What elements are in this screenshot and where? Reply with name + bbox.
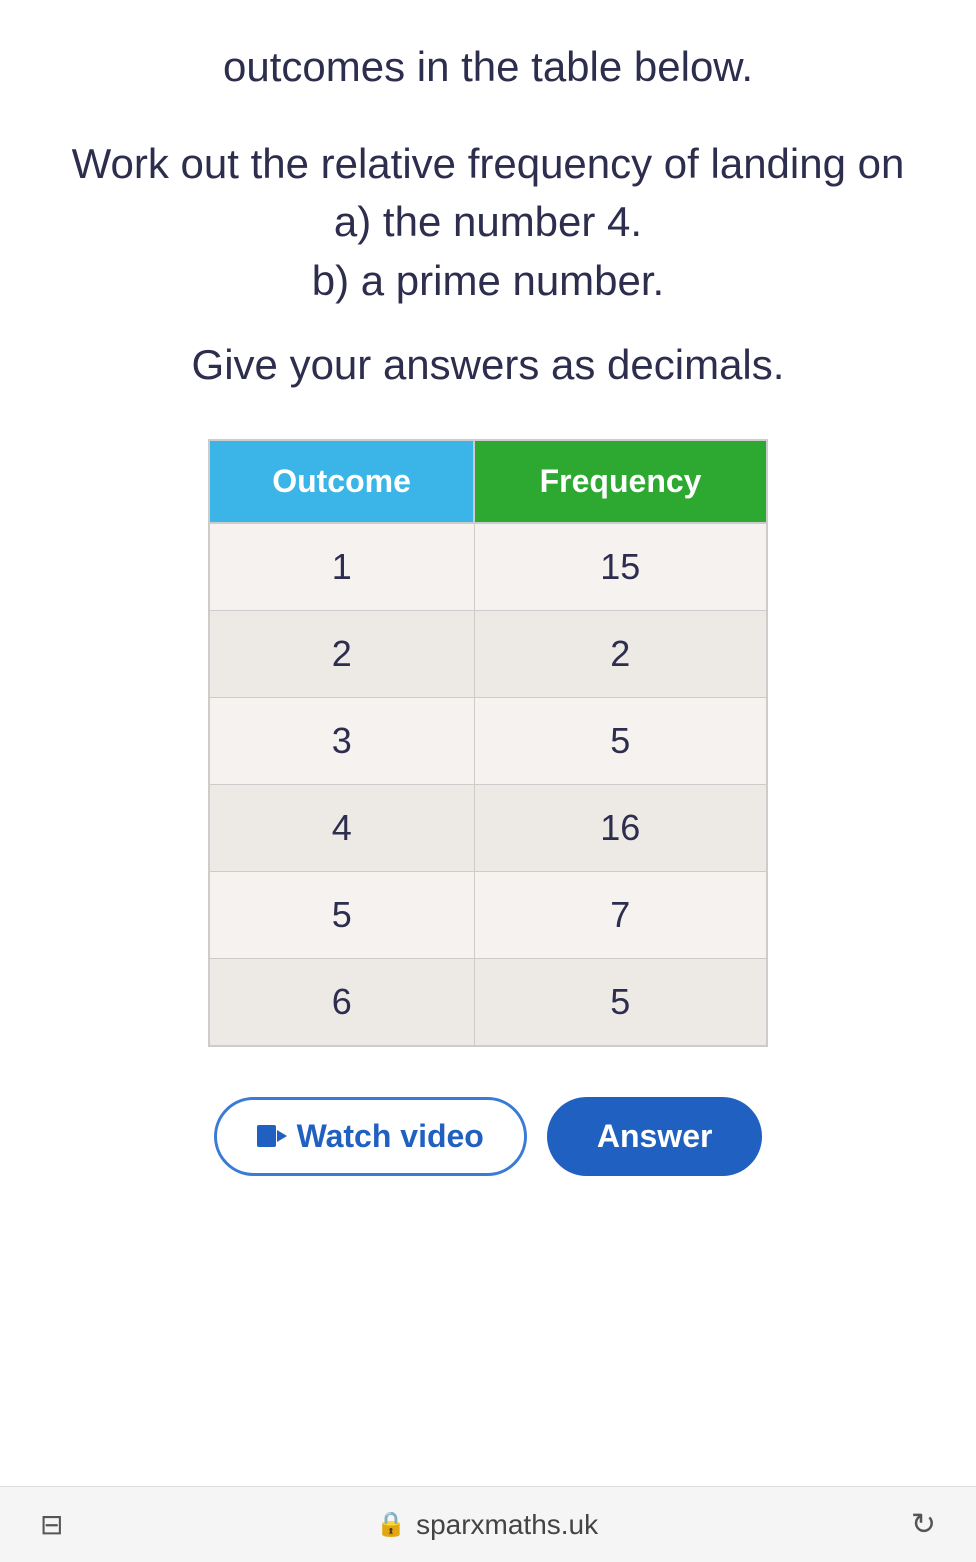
outcome-cell: 6 [209, 958, 474, 1046]
table-row: 115 [209, 523, 767, 611]
outcome-header: Outcome [209, 440, 474, 523]
question-text: Work out the relative frequency of landi… [72, 135, 905, 311]
frequency-header: Frequency [474, 440, 767, 523]
monitor-icon: ⊟ [40, 1508, 63, 1541]
frequency-cell: 15 [474, 523, 767, 611]
answer-button[interactable]: Answer [547, 1097, 763, 1176]
frequency-cell: 2 [474, 610, 767, 697]
frequency-cell: 5 [474, 958, 767, 1046]
action-buttons: Watch video Answer [214, 1097, 763, 1176]
refresh-icon[interactable]: ↻ [911, 1507, 936, 1542]
table-row: 35 [209, 697, 767, 784]
video-icon [257, 1125, 287, 1147]
frequency-table: Outcome Frequency 11522354165765 [208, 439, 768, 1047]
outcome-cell: 3 [209, 697, 474, 784]
outcome-cell: 2 [209, 610, 474, 697]
main-content: outcomes in the table below. Work out th… [0, 0, 976, 1486]
frequency-cell: 7 [474, 871, 767, 958]
outcome-cell: 4 [209, 784, 474, 871]
subtitle-text: outcomes in the table below. [223, 40, 753, 95]
frequency-cell: 16 [474, 784, 767, 871]
site-url: sparxmaths.uk [416, 1509, 598, 1541]
watch-video-label: Watch video [297, 1118, 484, 1155]
watch-video-button[interactable]: Watch video [214, 1097, 527, 1176]
table-row: 22 [209, 610, 767, 697]
table-row: 416 [209, 784, 767, 871]
lock-icon: 🔒 [376, 1510, 406, 1539]
bottom-bar-center: 🔒 sparxmaths.uk [376, 1509, 598, 1541]
table-row: 57 [209, 871, 767, 958]
bottom-bar: ⊟ 🔒 sparxmaths.uk ↻ [0, 1486, 976, 1562]
frequency-cell: 5 [474, 697, 767, 784]
outcome-cell: 5 [209, 871, 474, 958]
give-answers-text: Give your answers as decimals. [192, 341, 785, 389]
outcome-cell: 1 [209, 523, 474, 611]
table-row: 65 [209, 958, 767, 1046]
